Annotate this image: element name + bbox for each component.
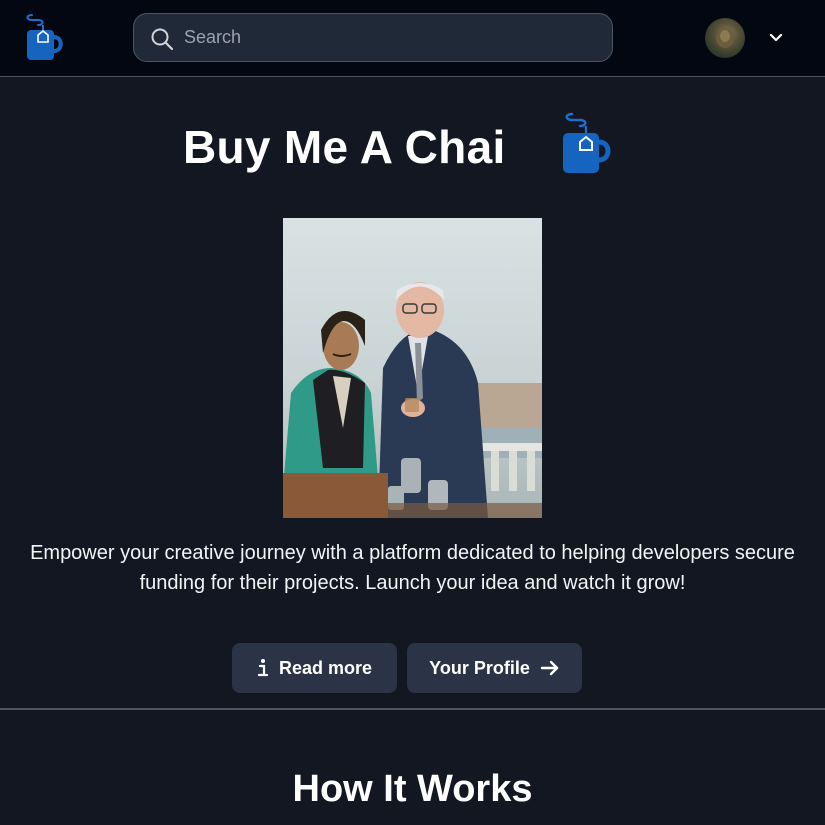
read-more-button[interactable]: Read more xyxy=(232,643,397,693)
how-it-works-title: How It Works xyxy=(292,768,533,810)
arrow-right-icon xyxy=(540,659,560,677)
search-icon xyxy=(150,27,174,51)
hero-title: Buy Me A Chai xyxy=(183,121,506,173)
read-more-label: Read more xyxy=(278,657,373,678)
chevron-down-icon[interactable] xyxy=(766,28,786,48)
chai-cup-icon xyxy=(560,112,612,176)
hero-title-row: Buy Me A Chai xyxy=(0,110,825,190)
navbar xyxy=(0,0,825,77)
hero-photo xyxy=(283,218,542,518)
your-profile-label: Your Profile xyxy=(429,657,530,678)
section-divider xyxy=(0,708,825,710)
search-input[interactable] xyxy=(184,15,594,60)
your-profile-button[interactable]: Your Profile xyxy=(407,643,582,693)
chai-cup-icon[interactable] xyxy=(22,13,64,63)
info-icon xyxy=(257,658,269,678)
search-bar[interactable] xyxy=(133,13,613,62)
hero-tagline: Empower your creative journey with a pla… xyxy=(30,542,795,594)
avatar[interactable] xyxy=(705,18,745,58)
